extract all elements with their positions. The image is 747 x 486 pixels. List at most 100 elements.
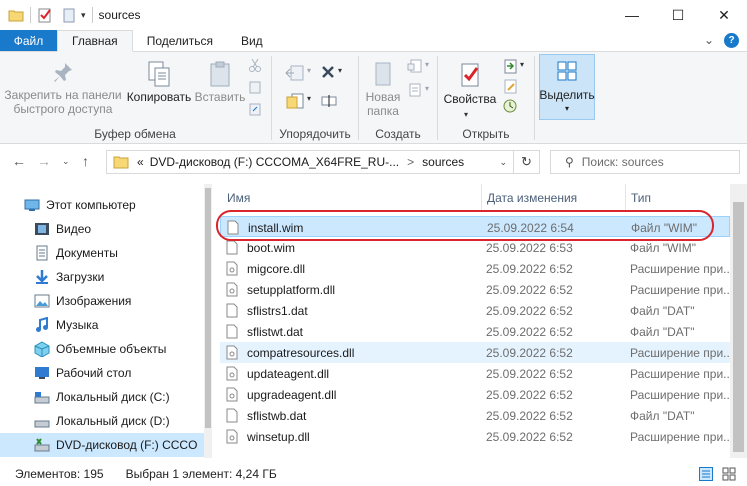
easy-access-dropdown-icon[interactable]: ▾: [425, 84, 429, 93]
delete-icon[interactable]: [320, 64, 336, 80]
copy-to-dropdown-icon[interactable]: ▾: [307, 94, 311, 103]
tab-file[interactable]: Файл: [0, 30, 57, 51]
move-to-dropdown-icon[interactable]: ▾: [307, 66, 311, 75]
paste-button[interactable]: Вставить: [194, 60, 246, 104]
up-icon[interactable]: ↑: [82, 153, 89, 169]
maximize-button[interactable]: ☐: [655, 0, 701, 30]
copy-to-icon[interactable]: [284, 92, 306, 110]
nav-item-drive-c[interactable]: Локальный диск (C:): [0, 385, 204, 409]
recent-locations-icon[interactable]: ⌄: [62, 156, 70, 167]
collapse-ribbon-icon[interactable]: ⌄: [704, 33, 714, 48]
new-folder-quick-icon[interactable]: [61, 7, 77, 23]
file-icon: [226, 303, 238, 318]
title-separator: [91, 7, 93, 23]
nav-item-music[interactable]: Музыка: [0, 313, 204, 337]
new-folder-button[interactable]: Новая папка: [361, 60, 405, 118]
downloads-icon: [36, 270, 48, 284]
edit-icon[interactable]: [502, 78, 518, 94]
address-dropdown-icon[interactable]: ⌄: [499, 157, 507, 168]
clipboard-group: Закрепить на панели быстрого доступа Коп…: [0, 52, 270, 144]
open-icon[interactable]: [502, 58, 518, 74]
file-row[interactable]: updateagent.dll 25.09.2022 6:52 Расширен…: [220, 363, 733, 384]
path-segment-drive[interactable]: DVD-дисковод (F:) CCCOMA_X64FRE_RU-...: [150, 155, 399, 169]
new-item-dropdown-icon[interactable]: ▾: [425, 60, 429, 69]
column-divider[interactable]: [481, 184, 482, 212]
file-type: Расширение при...: [630, 262, 734, 276]
minimize-button[interactable]: —: [609, 0, 655, 30]
file-row[interactable]: setupplatform.dll 25.09.2022 6:52 Расшир…: [220, 279, 733, 300]
properties-dropdown-icon[interactable]: ▾: [464, 110, 468, 119]
delete-dropdown-icon[interactable]: ▾: [338, 66, 342, 75]
move-to-icon[interactable]: [284, 64, 306, 82]
qa-dropdown-icon[interactable]: ▾: [81, 10, 86, 21]
details-view-icon[interactable]: [699, 467, 713, 481]
back-icon[interactable]: ←: [12, 153, 26, 169]
file-row[interactable]: sflistwt.dat 25.09.2022 6:52 Файл "DAT": [220, 321, 730, 342]
video-icon: [35, 223, 49, 235]
window-title: sources: [98, 8, 141, 22]
address-row: ← → ⌄ ↑ « DVD-дисковод (F:) CCCOMA_X64FR…: [0, 144, 747, 180]
paste-shortcut-icon[interactable]: [248, 102, 262, 116]
tab-share[interactable]: Поделиться: [133, 30, 227, 51]
help-icon[interactable]: ?: [724, 33, 739, 48]
search-box[interactable]: ⚲ Поиск: sources: [550, 150, 740, 174]
file-row[interactable]: upgradeagent.dll 25.09.2022 6:52 Расшире…: [220, 384, 733, 405]
column-header-type[interactable]: Тип: [631, 184, 731, 212]
cut-icon[interactable]: [248, 58, 262, 72]
file-list-scrollbar-thumb[interactable]: [733, 202, 744, 452]
new-item-icon[interactable]: [407, 58, 423, 74]
folder-icon: [113, 156, 129, 169]
properties-button[interactable]: Свойства: [440, 60, 500, 106]
nav-item-dvd-drive[interactable]: DVD-дисковод (F:) CCCO: [0, 433, 204, 457]
dll-file-icon: [226, 282, 238, 297]
nav-scrollbar-thumb[interactable]: [205, 188, 211, 428]
column-divider[interactable]: [625, 184, 626, 212]
history-icon[interactable]: [502, 98, 518, 114]
rename-icon[interactable]: [320, 92, 338, 110]
file-date: 25.09.2022 6:54: [487, 221, 574, 235]
file-row[interactable]: migcore.dll 25.09.2022 6:52 Расширение п…: [220, 258, 734, 279]
nav-item-videos[interactable]: Видео: [0, 217, 204, 241]
column-header-date[interactable]: Дата изменения: [487, 184, 625, 212]
nav-item-documents[interactable]: Документы: [0, 241, 204, 265]
forward-icon[interactable]: →: [37, 153, 51, 169]
file-date: 25.09.2022 6:52: [486, 388, 573, 402]
properties-quick-icon[interactable]: [37, 7, 53, 23]
file-row[interactable]: sflistrs1.dat 25.09.2022 6:52 Файл "DAT": [220, 300, 730, 321]
copy-path-icon[interactable]: [248, 80, 262, 94]
path-separator[interactable]: >: [407, 155, 414, 169]
pictures-icon: [34, 294, 50, 308]
large-icons-view-icon[interactable]: [722, 467, 736, 481]
nav-item-this-pc[interactable]: Этот компьютер: [0, 193, 204, 217]
nav-item-desktop[interactable]: Рабочий стол: [0, 361, 204, 385]
file-row[interactable]: boot.wim 25.09.2022 6:53 Файл "WIM": [220, 237, 730, 258]
tab-home[interactable]: Главная: [57, 30, 133, 52]
open-dropdown-icon[interactable]: ▾: [520, 60, 524, 69]
nav-item-label: Документы: [56, 246, 118, 260]
path-overflow[interactable]: «: [137, 155, 144, 169]
close-button[interactable]: ✕: [701, 0, 747, 30]
file-row[interactable]: compatresources.dll 25.09.2022 6:52 Расш…: [220, 342, 733, 363]
file-name: compatresources.dll: [247, 346, 355, 360]
file-row[interactable]: winsetup.dll 25.09.2022 6:52 Расширение …: [220, 426, 733, 447]
refresh-icon[interactable]: ↻: [513, 151, 539, 173]
column-header-name[interactable]: Имя: [227, 184, 477, 212]
navigation-pane: Этот компьютер Видео Документы Загрузки …: [0, 184, 212, 458]
copy-button[interactable]: Копировать: [124, 60, 194, 104]
address-bar[interactable]: « DVD-дисковод (F:) CCCOMA_X64FRE_RU-...…: [106, 150, 540, 174]
nav-item-downloads[interactable]: Загрузки: [0, 265, 204, 289]
tab-view[interactable]: Вид: [227, 30, 277, 51]
easy-access-icon[interactable]: [407, 82, 423, 98]
select-button-content: Выделить ▾: [539, 60, 595, 116]
file-row[interactable]: sflistwb.dat 25.09.2022 6:52 Файл "DAT": [220, 405, 730, 426]
file-name: updateagent.dll: [247, 367, 330, 381]
nav-item-drive-d[interactable]: Локальный диск (D:): [0, 409, 204, 433]
nav-item-pictures[interactable]: Изображения: [0, 289, 204, 313]
nav-item-3d-objects[interactable]: Объемные объекты: [0, 337, 204, 361]
pin-quick-access-button[interactable]: Закрепить на панели быстрого доступа: [4, 60, 122, 116]
new-folder-icon: [375, 62, 391, 86]
path-segment-sources[interactable]: sources: [422, 155, 464, 169]
select-grid-icon: [557, 61, 577, 81]
organize-group: ▾ ▾ ▾ Упорядочить: [272, 52, 358, 144]
file-row[interactable]: install.wim 25.09.2022 6:54 Файл "WIM": [220, 216, 730, 237]
